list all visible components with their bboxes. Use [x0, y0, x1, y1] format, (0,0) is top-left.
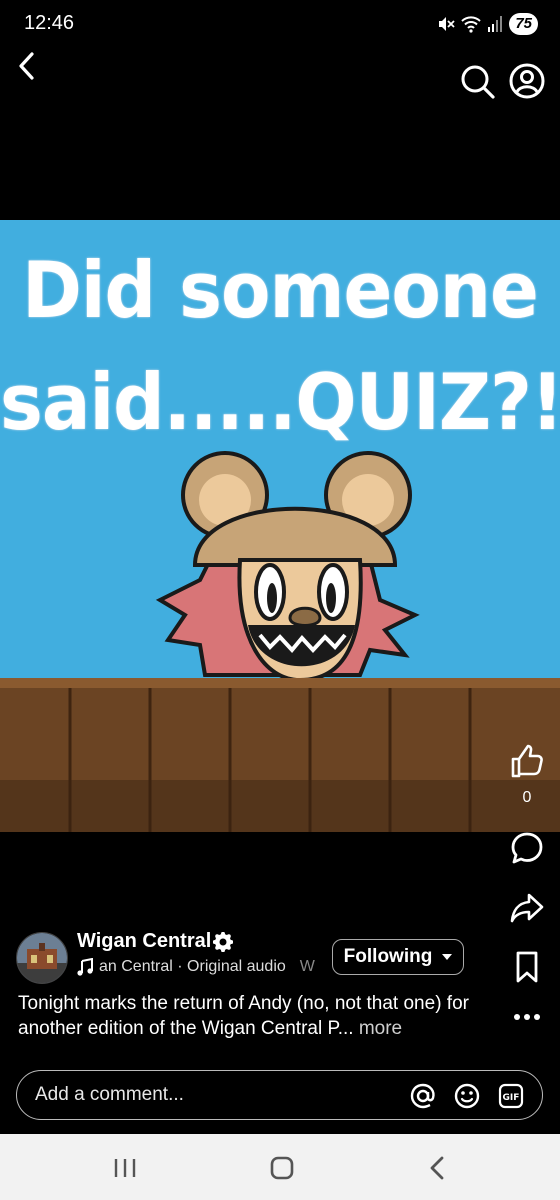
signal-icon [488, 16, 503, 32]
caret-down-icon [442, 954, 453, 960]
audio-info[interactable]: an Central · Original audio W [77, 958, 317, 976]
author-name[interactable]: Wigan Central [77, 930, 211, 953]
following-button[interactable]: Following [332, 939, 464, 975]
save-button[interactable] [505, 945, 549, 989]
verified-badge-icon [212, 931, 234, 953]
comment-input-bar[interactable]: Add a comment... GIF [16, 1070, 543, 1120]
gif-icon[interactable]: GIF [497, 1082, 525, 1110]
music-note-icon [77, 958, 93, 976]
post-media[interactable]: Did someone said.....QUIZ?! [0, 220, 560, 832]
audio-label: an Central · Original audio [99, 958, 286, 975]
cartoon-bear-illustration [0, 451, 560, 832]
back-button[interactable] [10, 46, 46, 86]
emoji-icon[interactable] [453, 1082, 481, 1110]
search-button[interactable] [458, 62, 496, 100]
back-arrow-icon [19, 52, 34, 80]
author-avatar[interactable] [16, 932, 68, 984]
like-button[interactable] [505, 740, 549, 784]
system-back-icon [430, 1156, 444, 1180]
caption-more-link[interactable]: more [359, 1018, 402, 1039]
post-caption: Tonight marks the return of Andy (no, no… [18, 991, 498, 1041]
wifi-icon [461, 16, 482, 33]
recent-apps-button[interactable] [108, 1154, 142, 1182]
comment-input-placeholder[interactable]: Add a comment... [35, 1084, 184, 1106]
profile-button[interactable] [508, 62, 546, 100]
save-icon [516, 951, 538, 983]
share-button[interactable] [505, 885, 549, 929]
like-count: 0 [522, 789, 532, 806]
svg-text:GIF: GIF [503, 1093, 520, 1103]
system-back-button[interactable] [424, 1152, 452, 1184]
home-icon [270, 1156, 294, 1180]
profile-icon [509, 63, 545, 99]
share-icon [510, 893, 544, 923]
home-button[interactable] [266, 1152, 298, 1184]
search-icon [461, 65, 495, 99]
comment-button[interactable] [505, 826, 549, 870]
status-bar: 12:46 75 [0, 0, 560, 48]
status-icons: 75 [437, 12, 538, 36]
following-label: Following [343, 946, 433, 967]
more-options-button[interactable] [505, 995, 549, 1039]
battery-icon: 75 [509, 13, 538, 35]
like-icon [511, 744, 543, 778]
more-icon [514, 1014, 540, 1020]
recents-icon [114, 1159, 136, 1177]
avatar-image [17, 933, 67, 983]
system-navigation-bar [0, 1134, 560, 1200]
mute-icon [439, 17, 455, 31]
mention-icon[interactable] [409, 1082, 437, 1110]
status-time: 12:46 [24, 12, 75, 34]
comment-icon [511, 832, 543, 864]
audio-overflow-text: W [299, 958, 315, 975]
